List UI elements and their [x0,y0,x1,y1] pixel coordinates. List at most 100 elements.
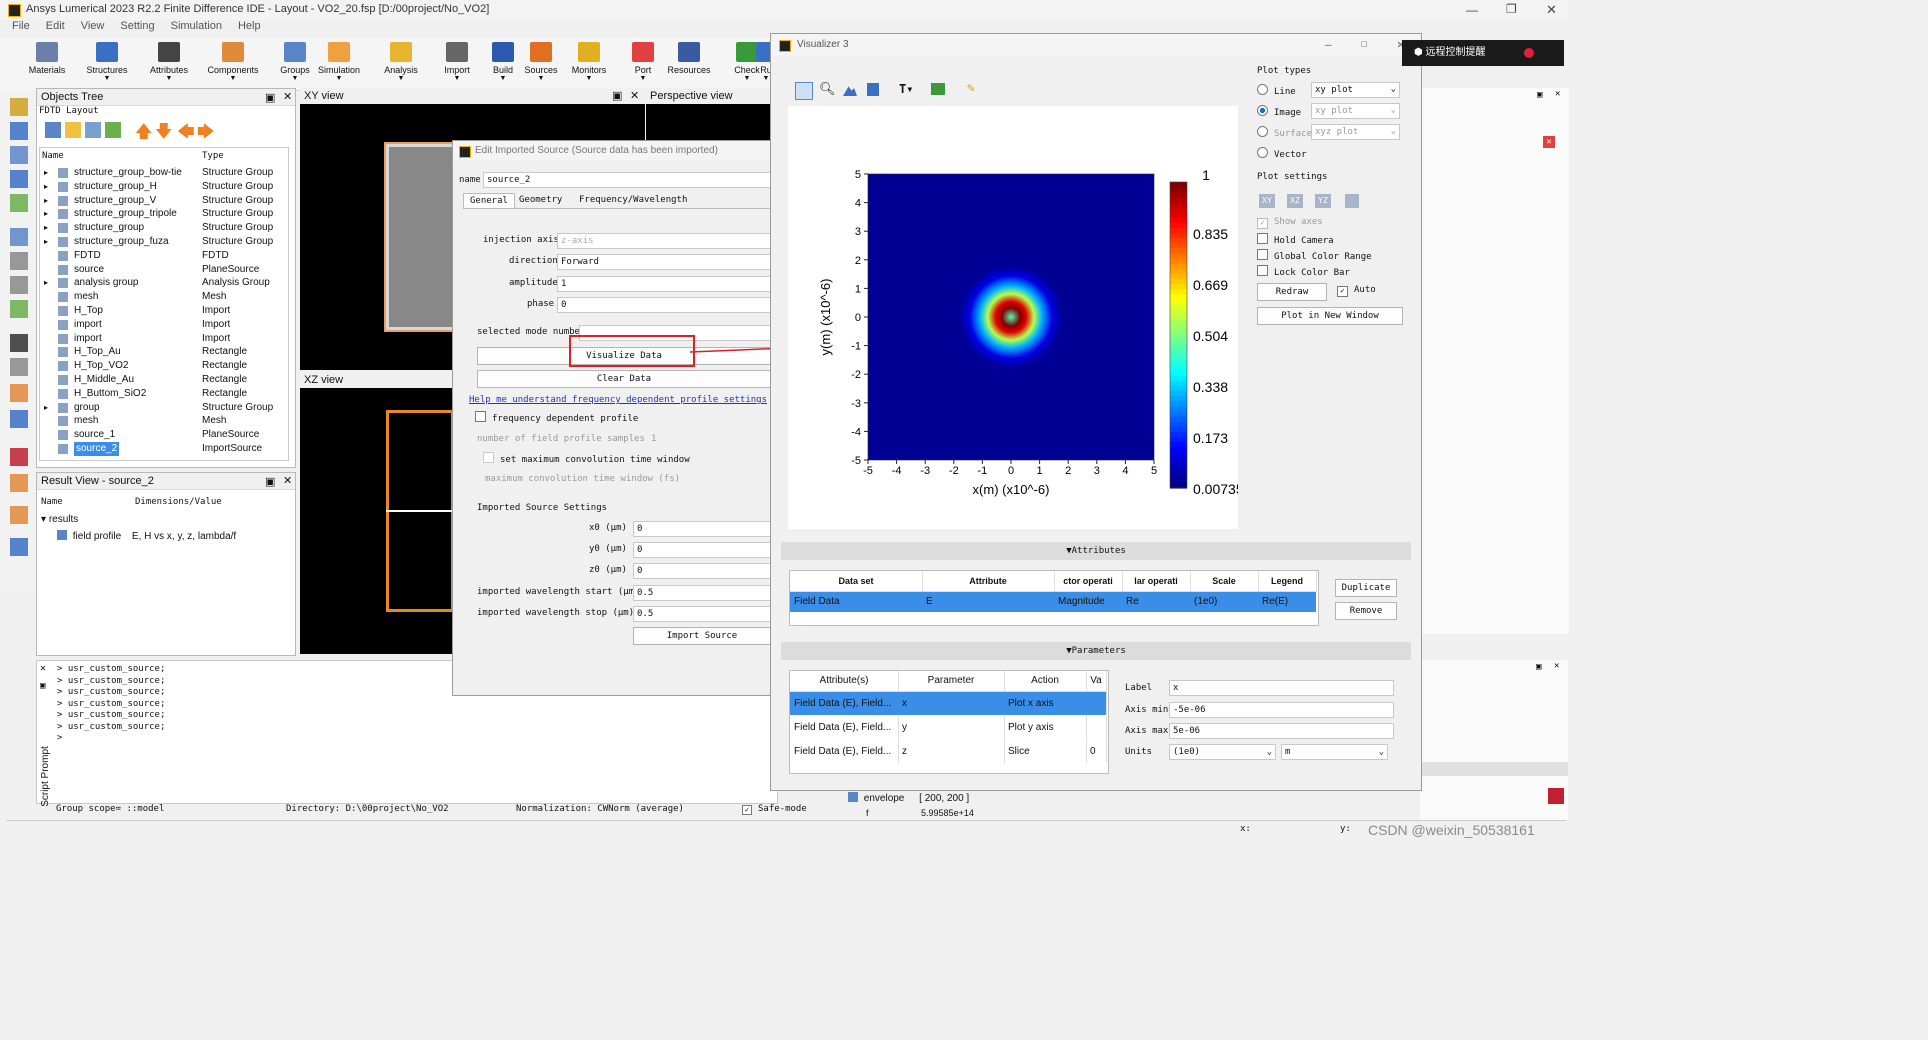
tree-row[interactable]: ▸ structure_group_H Structure Group [40,180,288,194]
close-icon[interactable]: ✕ [1554,661,1559,671]
amplitude-field[interactable]: 1 [557,276,772,292]
plot-type-line[interactable]: Line xy plot ⌄ [1257,82,1407,100]
plot-type-select[interactable]: xy plot ⌄ [1311,82,1400,98]
param-cell[interactable]: Field Data (E), Field... [790,740,899,763]
plane-xy-button[interactable]: XY [1259,194,1275,208]
param-cell[interactable] [1086,692,1107,715]
tree-tool-1-icon[interactable] [45,122,61,138]
param-cell[interactable]: y [898,716,1005,739]
help-link[interactable]: Help me understand frequency dependent p… [469,395,767,405]
marker-tool-icon[interactable] [931,83,945,95]
plot-type-surface[interactable]: Surface xyz plot ⌄ [1257,124,1407,142]
left-tool-4-icon[interactable] [10,170,28,188]
heatmap-chart[interactable]: -5 -4 -3 -2 -1 0 1 2 3 4 5 5 4 3 2 1 0 -1 -2 -3 -4 -5 x(m) (x1… [788,106,1238,529]
expand-icon[interactable]: ▸ [44,221,48,235]
close-icon[interactable]: ✕ [40,663,46,674]
expand-icon[interactable]: ▸ [44,401,48,415]
left-tool-1-icon[interactable] [10,98,28,116]
import-source-button[interactable]: Import Source [633,627,771,645]
float-icon[interactable]: ▣ [40,681,45,691]
left-tool-15-icon[interactable] [10,474,28,492]
param-cell[interactable]: Plot x axis [1004,692,1087,715]
zoom-fit-icon[interactable] [795,82,813,100]
param-cell[interactable]: 0 [1086,740,1107,763]
plane-yz-button[interactable]: YZ [1315,194,1331,208]
param-cell[interactable]: Plot y axis [1004,716,1087,739]
menu-view[interactable]: View [81,20,105,32]
toolbar-analysis-button[interactable]: Analysis ▼ [372,40,430,82]
maximize-button[interactable]: ❐ [1506,2,1517,16]
freq-dep-checkbox[interactable]: frequency dependent profile [475,411,638,424]
global-color-range-checkbox[interactable]: Global Color Range [1257,249,1372,262]
move-left-icon[interactable]: 🡄 [177,119,195,148]
expand-icon[interactable]: ▸ [44,194,48,208]
left-tool-10-icon[interactable] [10,334,28,352]
tree-tool-4-icon[interactable] [105,122,121,138]
left-tool-3-icon[interactable] [10,146,28,164]
tree-row[interactable]: source PlaneSource [40,263,288,277]
z0-field[interactable]: 0 [633,563,772,579]
left-tool-5-icon[interactable] [10,194,28,212]
colormap-icon[interactable] [867,83,879,96]
tree-row[interactable]: import Import [40,318,288,332]
show-axes-checkbox[interactable]: ✓ Show axes [1257,217,1323,229]
attr-cell[interactable]: Field Data [790,592,923,612]
menu-setting[interactable]: Setting [120,20,154,32]
injection-axis-select[interactable]: z-axis [557,233,772,249]
plot-new-window-button[interactable]: Plot in New Window [1257,307,1403,325]
plot-type-select[interactable]: xyz plot ⌄ [1311,124,1400,140]
redraw-button[interactable]: Redraw [1257,283,1327,301]
result-group[interactable]: ▾ results [41,514,78,525]
tree-row[interactable]: import Import [40,332,288,346]
float-icon[interactable]: ▣ [1537,90,1542,100]
plot-type-vector[interactable]: Vector [1257,147,1407,163]
param-cell[interactable]: Slice [1004,740,1087,763]
tree-row[interactable]: source_1 PlaneSource [40,428,288,442]
tree-row[interactable]: H_Middle_Au Rectangle [40,373,288,387]
red-tool-icon[interactable] [1548,788,1564,804]
name-field[interactable]: source_2 [483,172,772,188]
direction-select[interactable]: Forward [557,254,772,270]
attr-cell[interactable]: Re(E) [1258,592,1317,612]
hold-camera-checkbox[interactable]: Hold Camera [1257,233,1334,246]
param-cell[interactable]: x [898,692,1005,715]
tab-general[interactable]: General [463,193,515,208]
float-icon[interactable]: ▣ [612,88,622,104]
move-up-icon[interactable]: 🡅 [135,119,152,148]
plot-area[interactable]: -5 -4 -3 -2 -1 0 1 2 3 4 5 5 4 3 2 1 0 -1 -2 -3 -4 -5 x(m) (x1… [788,106,1238,529]
expand-icon[interactable]: ▸ [44,276,48,290]
tree-row[interactable]: mesh Mesh [40,414,288,428]
left-tool-8-icon[interactable] [10,276,28,294]
close-red-icon[interactable]: ✕ [1543,136,1555,148]
tree-row[interactable]: mesh Mesh [40,290,288,304]
xy-structure[interactable] [384,142,460,332]
plot-type-select[interactable]: xy plot ⌄ [1311,103,1400,119]
tab-geometry[interactable]: Geometry [513,193,568,207]
left-tool-12-icon[interactable] [10,384,28,402]
close-icon[interactable]: ✕ [283,89,292,105]
phase-field[interactable]: 0 [557,297,772,313]
plot-type-image[interactable]: Image xy plot ⌄ [1257,103,1407,121]
close-icon[interactable]: ✕ [283,473,292,489]
param-cell[interactable] [1086,716,1107,739]
script-output[interactable]: > usr_custom_source; > usr_custom_source;… [57,664,165,745]
toolbar-monitors-button[interactable]: Monitors ▼ [560,40,618,82]
tab-frequency-wavelength[interactable]: Frequency/Wavelength [573,193,693,207]
attributes-section-header[interactable]: ▼Attributes [781,542,1411,560]
zoom-icon[interactable]: 🔍︎ [819,82,836,97]
label-field[interactable]: x [1169,680,1394,696]
set-max-conv-checkbox[interactable]: set maximum convolution time window [483,452,690,465]
tree-row[interactable]: H_Buttom_SiO2 Rectangle [40,387,288,401]
float-icon[interactable]: ▣ [265,90,275,106]
text-tool-icon[interactable]: T▾ [899,82,913,96]
param-cell[interactable]: z [898,740,1005,763]
toolbar-attributes-button[interactable]: Attributes ▼ [140,40,198,82]
maximize-button[interactable]: ☐ [1361,37,1368,50]
wl-stop-field[interactable]: 0.5 [633,606,772,622]
attr-cell[interactable]: Re [1122,592,1191,612]
units-unit-select[interactable]: m ⌄ [1281,744,1388,760]
attr-cell[interactable]: (1e0) [1190,592,1259,612]
expand-icon[interactable]: ▸ [44,235,48,249]
tree-row[interactable]: H_Top_VO2 Rectangle [40,359,288,373]
tree-row[interactable]: source_2 ImportSource [40,442,288,456]
